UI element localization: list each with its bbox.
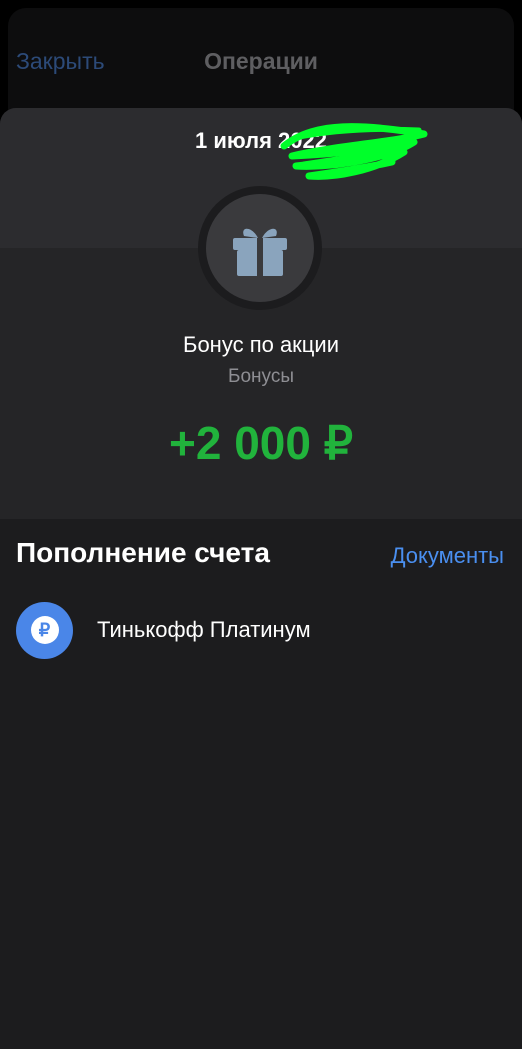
operation-date: 1 июля 2022 [195,128,327,153]
ruble-glyph: ₽ [30,616,59,644]
account-row[interactable]: ₽ Тинькофф Платинум [16,601,506,659]
section-title: Пополнение счета [16,537,270,568]
gift-icon [233,228,287,276]
documents-link[interactable]: Документы [391,543,504,569]
operation-category: Бонусы [228,366,294,387]
page-title: Операции [204,48,318,74]
category-icon-circle [206,194,314,302]
redaction-scribble [280,123,428,180]
operation-title: Бонус по акции [183,332,339,357]
account-name: Тинькофф Платинум [97,617,311,642]
details-section: Пополнение счета Документы ₽ Тинькофф Пл… [0,519,522,1049]
operation-amount: +2 000 ₽ [168,417,354,469]
ruble-icon: ₽ [16,601,73,659]
operation-sheet: 1 июля 2022 Бонус по акции Бонусы +2 000… [0,108,522,1049]
